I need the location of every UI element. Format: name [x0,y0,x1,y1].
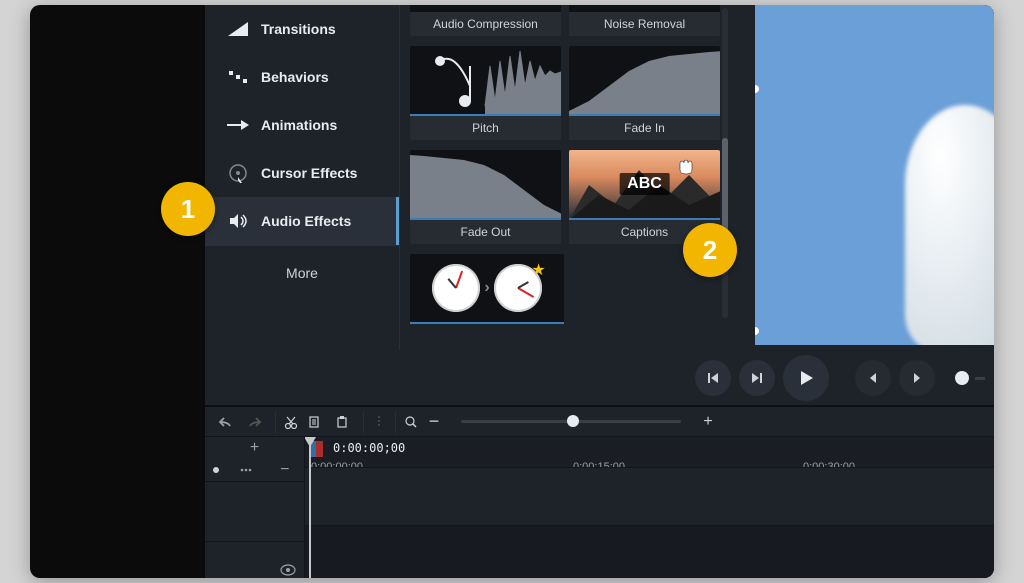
zoom-slider[interactable] [461,420,681,423]
cut-button[interactable] [275,411,297,433]
zoom-out-button[interactable]: − [423,411,445,433]
video-editor-app: Transitions Behaviors Animations Cursor … [205,5,994,578]
captions-abc-overlay: ABC [619,173,670,195]
step-forward-button[interactable] [899,360,935,396]
zoom-in-button[interactable]: + [697,411,719,433]
effect-tile-noise-removal[interactable]: Noise Removal [569,5,720,36]
timeline-track-rows [305,467,994,578]
redo-button[interactable] [243,411,265,433]
fade-in-thumb-graphic [569,46,720,116]
eye-icon[interactable] [280,563,296,579]
grab-cursor-icon [676,158,694,176]
fade-out-thumb-graphic [410,150,561,220]
behaviors-icon [225,70,251,84]
sidebar-more-button[interactable]: More [205,245,399,300]
marker-dot-icon [213,467,219,473]
timeline-playhead[interactable] [309,437,311,578]
effects-grid: Audio Compression Noise Removal [400,5,730,340]
add-track-button[interactable]: + [244,437,266,459]
sidebar-item-label: Animations [261,117,337,133]
timeline-track-header: + − [205,437,305,578]
playback-controls [695,353,985,403]
sidebar-item-cursor-effects[interactable]: Cursor Effects [205,149,399,197]
track-header-row[interactable] [205,481,304,541]
track-header-row[interactable] [205,541,304,578]
callout-badge-2: 2 [683,223,737,277]
remove-track-button[interactable]: − [274,459,296,481]
paste-button[interactable] [331,411,353,433]
effect-tile-clip-speed[interactable]: › ★ Clip Speed [410,254,564,340]
sidebar-item-animations[interactable]: Animations [205,101,399,149]
category-sidebar: Transitions Behaviors Animations Cursor … [205,5,400,350]
effect-tile-fade-out[interactable]: Fade Out [410,150,561,244]
effect-tile-pitch[interactable]: Pitch [410,46,561,140]
effect-tile-audio-compression[interactable]: Audio Compression [410,5,561,36]
sidebar-item-label: Behaviors [261,69,329,85]
prev-frame-button[interactable] [695,360,731,396]
app-frame: Transitions Behaviors Animations Cursor … [30,5,994,578]
audio-icon [225,212,251,230]
sidebar-item-label: Cursor Effects [261,165,357,181]
play-button[interactable] [783,355,829,401]
star-icon: ★ [531,260,545,280]
video-subject [905,105,994,345]
next-frame-button[interactable] [739,360,775,396]
sidebar-item-label: Transitions [261,21,336,37]
resize-handle[interactable] [755,85,759,93]
track-options-button[interactable] [235,459,257,481]
playback-progress-track[interactable] [975,377,985,380]
sidebar-item-label: Audio Effects [261,213,351,229]
effect-label: Pitch [410,116,561,140]
zoom-search-icon [395,411,417,433]
effect-label: Audio Compression [410,12,561,36]
timeline-track[interactable] [305,525,994,578]
transitions-icon [225,22,251,36]
sidebar-item-transitions[interactable]: Transitions [205,5,399,53]
more-label: More [286,265,318,281]
timeline-tracks-area[interactable]: 0:00:00;00 0:00:00;00 0:00:15;00 0:00:30… [305,437,994,578]
effect-label: Fade In [569,116,720,140]
effect-label: Noise Removal [569,12,720,36]
copy-button[interactable] [303,411,325,433]
clip-speed-thumb-graphic: › ★ [410,254,564,322]
chevron-right-icon: › [484,279,489,297]
zoom-slider-knob[interactable] [567,415,579,427]
clock-icon: ★ [494,264,542,312]
sidebar-item-audio-effects[interactable]: Audio Effects [205,197,399,245]
timeline: + − 0:00:00 [205,437,994,578]
effect-tile-fade-in[interactable]: Fade In [569,46,720,140]
animations-icon [225,119,251,131]
effect-label: Fade Out [410,220,561,244]
playback-progress-knob[interactable] [955,371,969,385]
timeline-track[interactable] [305,467,994,525]
sidebar-item-behaviors[interactable]: Behaviors [205,53,399,101]
callout-badge-1: 1 [161,182,215,236]
preview-panel [745,5,994,345]
timeline-toolbar: − + [205,407,994,437]
resize-handle[interactable] [755,327,759,335]
cursor-icon [225,163,251,183]
timeline-current-time: 0:00:00;00 [333,441,405,455]
clock-icon [432,264,480,312]
step-back-button[interactable] [855,360,891,396]
pitch-thumb-graphic [410,46,561,116]
preview-canvas[interactable] [755,5,994,345]
split-button[interactable] [363,411,385,433]
undo-button[interactable] [215,411,237,433]
